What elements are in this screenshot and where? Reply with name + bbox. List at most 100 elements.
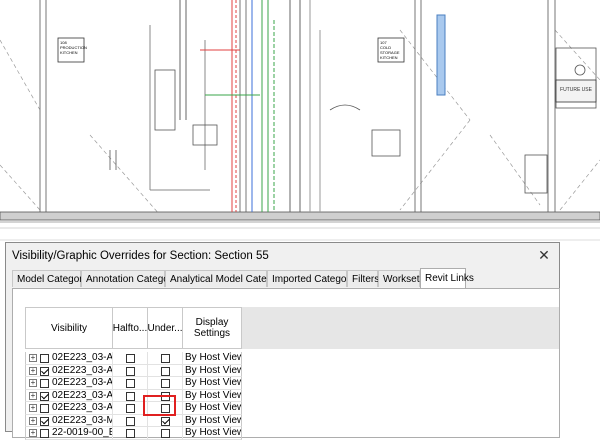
dialog-title: Visibility/Graphic Overrides for Section… xyxy=(12,250,269,262)
underlay-checkbox-highlight xyxy=(143,395,176,416)
visibility-cell: +02E223_03-A-... xyxy=(25,389,113,402)
column-header-label: Halfto... xyxy=(112,322,148,334)
room-tag-107[interactable]: 107 COLD STORAGE KITCHEN xyxy=(380,40,404,60)
expand-plus-icon[interactable]: + xyxy=(29,391,37,400)
underlay-cell xyxy=(148,352,183,365)
table-row[interactable]: +02E223_03-A-... By Host View xyxy=(25,364,242,377)
room-name: KITCHEN xyxy=(380,55,398,60)
underlay-checkbox[interactable] xyxy=(161,429,170,438)
underlay-cell xyxy=(148,427,183,440)
column-header-label: Under... xyxy=(147,322,183,334)
link-name: 02E223_03-A-... xyxy=(52,389,113,401)
display-settings-value: By Host View xyxy=(185,364,242,376)
underlay-cell xyxy=(148,364,183,377)
link-name: 02E223_03-A-... xyxy=(52,352,113,363)
display-settings-cell[interactable]: By Host View xyxy=(183,427,242,440)
expand-plus-icon[interactable]: + xyxy=(29,404,37,412)
room-tag-108[interactable]: 108 PRODUCTION KITCHEN xyxy=(60,40,87,55)
column-header-display-settings[interactable]: Display Settings xyxy=(183,307,242,349)
underlay-checkbox[interactable] xyxy=(161,366,170,376)
link-name: 02E223_03-A-... xyxy=(52,402,113,413)
table-row[interactable]: +02E223_03-A-... By Host View xyxy=(25,402,242,415)
expand-plus-icon[interactable]: + xyxy=(29,429,37,437)
visibility-cell: +02E223_03-A-... xyxy=(25,352,113,365)
tab-revit-links[interactable]: Revit Links xyxy=(420,268,474,288)
visibility-cell: +22-0019-00_E... xyxy=(25,427,113,440)
visibility-cell: +02E223_03-M... xyxy=(25,414,113,427)
underlay-checkbox[interactable] xyxy=(161,379,170,388)
tab-annotation-categories[interactable]: Annotation Categories xyxy=(81,270,185,287)
display-settings-cell[interactable]: By Host View xyxy=(183,402,242,415)
halftone-checkbox[interactable] xyxy=(126,391,135,401)
display-settings-cell[interactable]: By Host View xyxy=(183,377,242,390)
halftone-cell xyxy=(113,377,148,390)
visibility-cell: +02E223_03-A-... xyxy=(25,364,113,377)
column-header-visibility[interactable]: Visibility xyxy=(25,307,113,349)
underlay-checkbox[interactable] xyxy=(161,416,170,426)
column-header-label: Settings xyxy=(193,328,231,339)
column-header-underlay[interactable]: Under... xyxy=(147,307,183,349)
expand-plus-icon[interactable]: + xyxy=(29,366,37,375)
table-row[interactable]: +02E223_03-A-... By Host View xyxy=(25,352,242,365)
underlay-cell xyxy=(148,414,183,427)
visibility-checkbox[interactable] xyxy=(40,429,49,438)
display-settings-value: By Host View xyxy=(185,352,242,363)
fixture-stamp: FUTURE USE xyxy=(560,87,592,93)
halftone-cell xyxy=(113,352,148,365)
tab-model-categories[interactable]: Model Categories xyxy=(12,270,95,287)
table-row[interactable]: +22-0019-00_E... By Host View xyxy=(25,427,242,440)
tab-filters[interactable]: Filters xyxy=(347,270,379,287)
display-settings-value: By Host View xyxy=(185,377,242,388)
expand-plus-icon[interactable]: + xyxy=(29,354,37,362)
table-row[interactable]: +02E223_03-A-... By Host View xyxy=(25,389,242,402)
halftone-checkbox[interactable] xyxy=(126,379,135,388)
display-settings-cell[interactable]: By Host View xyxy=(183,389,242,402)
halftone-checkbox[interactable] xyxy=(126,429,135,438)
visibility-graphic-overrides-dialog: Visibility/Graphic Overrides for Section… xyxy=(5,242,560,440)
revit-links-grid: Visibility Halfto... Under... Display Se… xyxy=(25,307,559,447)
tab-analytical-model-categories[interactable]: Analytical Model Categories xyxy=(165,270,294,287)
tab-imported-categories[interactable]: Imported Categories xyxy=(267,270,363,287)
expand-plus-icon[interactable]: + xyxy=(29,416,37,425)
link-name: 22-0019-00_E... xyxy=(52,427,112,438)
revit-links-panel: Visibility Halfto... Under... Display Se… xyxy=(12,288,560,440)
close-icon[interactable]: ✕ xyxy=(535,246,553,264)
visibility-cell: +02E223_03-A-... xyxy=(25,377,113,390)
halftone-cell xyxy=(113,427,148,440)
halftone-checkbox[interactable] xyxy=(126,366,135,376)
underlay-cell xyxy=(148,377,183,390)
halftone-checkbox[interactable] xyxy=(126,354,135,363)
expand-plus-icon[interactable]: + xyxy=(29,379,37,387)
display-settings-value: By Host View xyxy=(185,414,242,426)
display-settings-cell[interactable]: By Host View xyxy=(183,352,242,365)
halftone-cell xyxy=(113,364,148,377)
visibility-checkbox[interactable] xyxy=(40,416,49,426)
display-settings-cell[interactable]: By Host View xyxy=(183,414,242,427)
display-settings-cell[interactable]: By Host View xyxy=(183,364,242,377)
halftone-checkbox[interactable] xyxy=(126,404,135,413)
link-name: 02E223_03-M... xyxy=(52,414,112,426)
visibility-checkbox[interactable] xyxy=(40,366,49,376)
underlay-checkbox[interactable] xyxy=(161,354,170,363)
column-header-label: Display xyxy=(195,317,229,328)
link-name: 02E223_03-A-... xyxy=(52,377,113,388)
table-row[interactable]: +02E223_03-A-... By Host View xyxy=(25,377,242,390)
display-settings-value: By Host View xyxy=(185,402,242,413)
tab-worksets[interactable]: Worksets xyxy=(378,270,425,287)
halftone-cell xyxy=(113,414,148,427)
room-name: KITCHEN xyxy=(60,50,78,55)
column-header-halftone[interactable]: Halfto... xyxy=(113,307,148,349)
halftone-checkbox[interactable] xyxy=(126,416,135,426)
visibility-cell: +02E223_03-A-... xyxy=(25,402,113,415)
table-row[interactable]: +02E223_03-M... By Host View xyxy=(25,414,242,427)
link-name: 02E223_03-A-... xyxy=(52,364,113,376)
column-header-label: Visibility xyxy=(51,322,87,334)
section-view-canvas[interactable]: 108 PRODUCTION KITCHEN 107 COLD STORAGE … xyxy=(0,0,600,245)
display-settings-value: By Host View xyxy=(185,427,242,438)
visibility-checkbox[interactable] xyxy=(40,404,49,413)
section-view-drawing xyxy=(0,0,600,241)
grid-header-filler xyxy=(242,307,559,349)
visibility-checkbox[interactable] xyxy=(40,354,49,363)
visibility-checkbox[interactable] xyxy=(40,379,49,388)
visibility-checkbox[interactable] xyxy=(40,391,49,401)
